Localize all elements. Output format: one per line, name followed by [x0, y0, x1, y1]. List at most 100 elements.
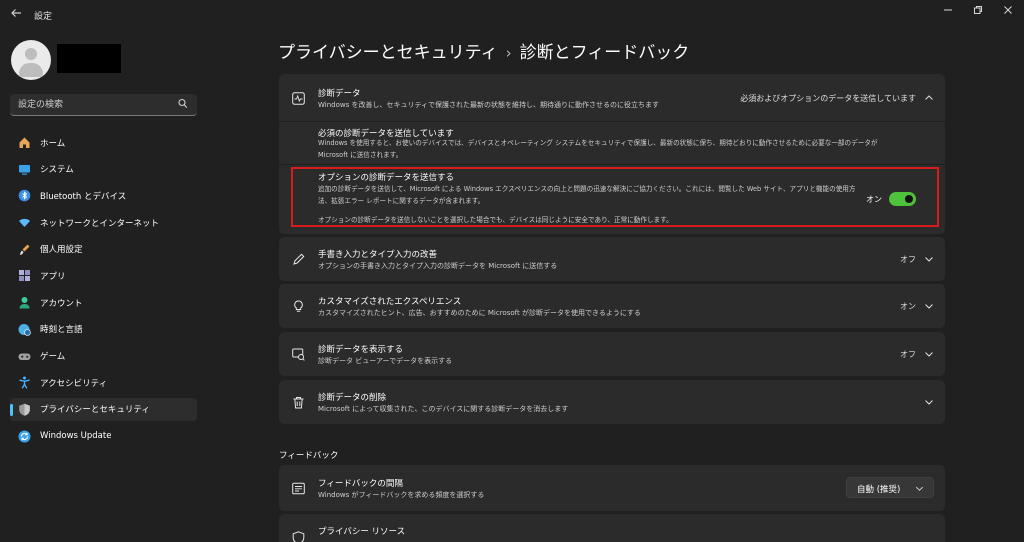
sidebar-item-label: アクセシビリティ: [40, 378, 108, 389]
row-title: カスタマイズされたエクスペリエンス: [318, 297, 462, 307]
row-desc: Windows がフィードバックを求める頻度を選択する: [318, 491, 485, 499]
sidebar-item-label: Windows Update: [40, 431, 112, 442]
avatar[interactable]: [11, 40, 51, 80]
sidebar-item-label: ホーム: [40, 138, 66, 149]
row-state: オフ: [900, 255, 916, 264]
optional-toggle-label: オン: [866, 195, 882, 204]
privacy-resources-card[interactable]: プライバシー リソース: [279, 514, 945, 542]
gamepad-icon: [17, 349, 31, 363]
row-desc: オプションの手書き入力とタイプ入力の診断データを Microsoft に送信する: [318, 262, 558, 270]
home-icon: [17, 136, 31, 150]
trash-icon: [291, 395, 305, 409]
delete-diagnostic-data-card[interactable]: 診断データの削除 Microsoft によって収集された、このデバイスに関する診…: [279, 380, 945, 424]
search-input[interactable]: [18, 97, 168, 112]
search-icon[interactable]: [178, 98, 188, 110]
divider: [279, 164, 945, 165]
row-title: プライバシー リソース: [318, 527, 406, 537]
sidebar-item-label: アカウント: [40, 298, 83, 309]
shield-icon: [17, 402, 31, 416]
row-desc: Microsoft によって収集された、このデバイスに関する診断データを消去しま…: [318, 405, 569, 413]
brush-icon: [17, 242, 31, 256]
sidebar: ホーム システム Bluetooth とデバイス ネットワークとインターネット …: [0, 32, 210, 542]
chevron-down-icon[interactable]: [924, 254, 934, 264]
sidebar-item-accessibility[interactable]: アクセシビリティ: [10, 371, 197, 394]
settings-search[interactable]: [10, 94, 197, 116]
sidebar-item-label: Bluetooth とデバイス: [40, 191, 127, 202]
apps-icon: [17, 269, 31, 283]
sidebar-item-label: システム: [40, 165, 74, 176]
tailored-experiences-card[interactable]: カスタマイズされたエクスペリエンス カスタマイズされたヒント、広告、おすすめのた…: [279, 284, 945, 328]
sidebar-nav: ホーム システム Bluetooth とデバイス ネットワークとインターネット …: [10, 131, 197, 451]
sidebar-item-network[interactable]: ネットワークとインターネット: [10, 211, 197, 234]
diagnostic-data-header[interactable]: 診断データ Windows を改善し、セキュリティで保護された最新の状態を維持し…: [279, 74, 945, 122]
divider: [279, 121, 945, 122]
row-title: 診断データの削除: [318, 393, 387, 403]
lightbulb-icon: [291, 299, 305, 313]
sidebar-item-apps[interactable]: アプリ: [10, 264, 197, 287]
breadcrumb-parent[interactable]: プライバシーとセキュリティ: [278, 43, 498, 63]
active-indicator: [10, 403, 13, 416]
sidebar-item-bluetooth[interactable]: Bluetooth とデバイス: [10, 184, 197, 207]
globe-clock-icon: [17, 322, 31, 336]
row-desc: カスタマイズされたヒント、広告、おすすめのために Microsoft が診断デー…: [318, 309, 641, 317]
sidebar-item-label: アプリ: [40, 271, 66, 282]
page-title: 診断とフィードバック: [519, 43, 690, 63]
breadcrumb-separator: ›: [505, 44, 512, 62]
sidebar-item-privacy-security[interactable]: プライバシーとセキュリティ: [10, 397, 197, 421]
window-title: 設定: [34, 12, 53, 22]
activity-chart-icon: [291, 91, 305, 105]
minimize-button[interactable]: [938, 5, 958, 19]
required-diagnostics-desc: Windows を使用すると、お使いのデバイスでは、デバイスとオペレーティング …: [318, 139, 878, 159]
row-title: 診断データを表示する: [318, 345, 404, 355]
sidebar-item-home[interactable]: ホーム: [10, 131, 197, 154]
close-button[interactable]: [998, 5, 1018, 19]
sidebar-item-windows-update[interactable]: Windows Update: [10, 425, 197, 448]
title-bar: 設定: [0, 0, 1024, 32]
restore-button[interactable]: [968, 5, 988, 19]
chevron-down-icon[interactable]: [924, 349, 934, 359]
account-icon: [17, 296, 31, 310]
chevron-down-icon[interactable]: [924, 397, 934, 407]
sidebar-item-label: ゲーム: [40, 352, 66, 362]
chevron-down-icon[interactable]: [924, 301, 934, 311]
chevron-up-icon[interactable]: [924, 93, 934, 103]
accessibility-icon: [17, 376, 31, 390]
diagnostic-data-desc: Windows を改善し、セキュリティで保護された最新の状態を維持し、期待通りに…: [318, 101, 660, 109]
feedback-section-heading: フィードバック: [279, 451, 339, 461]
row-state: オフ: [900, 350, 916, 359]
bluetooth-icon: [17, 189, 31, 203]
chevron-down-icon: [916, 486, 923, 491]
row-state: オン: [900, 302, 916, 311]
data-viewer-icon: [291, 347, 305, 361]
pen-icon: [291, 252, 305, 266]
feedback-frequency-dropdown[interactable]: 自動 (推奨): [846, 477, 934, 498]
dropdown-value: 自動 (推奨): [857, 485, 901, 495]
sidebar-item-system[interactable]: システム: [10, 158, 197, 181]
update-icon: [17, 429, 31, 443]
breadcrumb: プライバシーとセキュリティ › 診断とフィードバック: [278, 38, 689, 63]
sidebar-item-time-language[interactable]: 時刻と言語: [10, 318, 197, 341]
sidebar-item-accounts[interactable]: アカウント: [10, 291, 197, 314]
inking-typing-card[interactable]: 手書き入力とタイプ入力の改善 オプションの手書き入力とタイプ入力の診断データを …: [279, 237, 945, 281]
row-desc: 診断データ ビューアーでデータを表示する: [318, 357, 453, 365]
optional-diagnostics-toggle[interactable]: [889, 192, 916, 206]
sidebar-item-label: プライバシーとセキュリティ: [40, 405, 150, 416]
user-name-redacted: [57, 44, 121, 73]
diagnostic-data-title: 診断データ: [318, 89, 361, 99]
sidebar-item-label: 時刻と言語: [40, 325, 83, 336]
sidebar-item-label: ネットワークとインターネット: [40, 218, 160, 229]
view-diagnostic-data-card[interactable]: 診断データを表示する 診断データ ビューアーでデータを表示する オフ: [279, 332, 945, 376]
sidebar-item-gaming[interactable]: ゲーム: [10, 345, 197, 368]
row-title: 手書き入力とタイプ入力の改善: [318, 250, 438, 260]
feedback-icon: [291, 481, 305, 495]
toggle-knob: [905, 195, 913, 203]
shield-outline-icon: [291, 530, 305, 542]
diagnostic-data-state: 必須およびオプションのデータを送信しています: [740, 94, 916, 103]
sidebar-item-personalization[interactable]: 個人用設定: [10, 238, 197, 261]
highlight-box: [291, 167, 939, 227]
back-arrow-icon[interactable]: [6, 7, 26, 25]
row-title: フィードバックの間隔: [318, 479, 403, 489]
sidebar-item-label: 個人用設定: [40, 245, 83, 256]
wifi-icon: [17, 216, 31, 230]
system-icon: [17, 162, 31, 176]
